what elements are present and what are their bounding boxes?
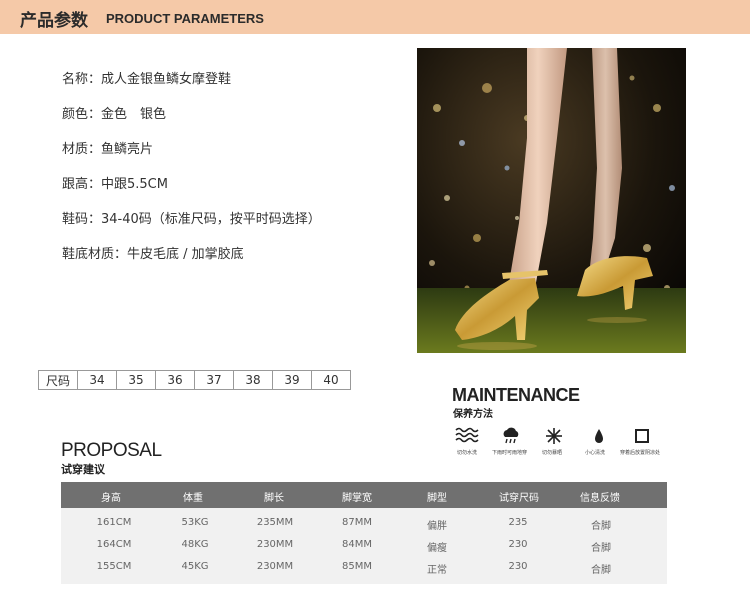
trial-fit-table: 身高 体重 脚长 脚掌宽 脚型 试穿尺码 信息反馈 161CM 53KG 235… xyxy=(61,482,667,584)
table-cell: 235MM xyxy=(256,517,294,528)
table-cell: 合脚 xyxy=(591,565,611,576)
table-cell: 正常 xyxy=(427,565,447,576)
table-cell: 164CM xyxy=(96,539,132,550)
table-cell: 230 xyxy=(508,561,528,572)
spec-shoe-size: 鞋码：34-40码（标准尺码，按平时码选择） xyxy=(62,212,321,227)
table-cell: 偏胖 xyxy=(427,521,447,532)
table-cell: 155CM xyxy=(96,561,132,572)
table-cell: 45KG xyxy=(181,561,209,572)
size-cell: 35 xyxy=(116,370,156,390)
table-cell: 230MM xyxy=(256,539,294,550)
care-label-2: 下雨时可雨地穿 xyxy=(492,450,528,456)
column-header: 脚型 xyxy=(427,493,447,504)
section-header: 产品参数 PRODUCT PARAMETERS xyxy=(0,0,750,34)
table-cell: 235 xyxy=(508,517,528,528)
care-label-4: 小心清洗 xyxy=(585,450,606,456)
table-cell: 偏瘦 xyxy=(427,543,447,554)
maintenance-title: MAINTENANCE xyxy=(452,385,580,405)
care-label-5: 穿着后放置阴凉处 xyxy=(620,450,661,456)
table-cell: 合脚 xyxy=(591,543,611,554)
care-label-3: 切勿暴晒 xyxy=(542,450,563,456)
table-cell: 85MM xyxy=(342,561,372,572)
no-bleach-icon xyxy=(542,426,566,446)
spec-material: 材质：鱼鳞亮片 xyxy=(62,142,154,157)
table-cell: 53KG xyxy=(181,517,209,528)
section-title-cn: 产品参数 xyxy=(20,11,88,31)
table-cell: 230 xyxy=(508,539,528,550)
size-cell: 38 xyxy=(233,370,273,390)
size-table-label: 尺码 xyxy=(38,370,78,390)
proposal-title: PROPOSAL xyxy=(61,440,162,461)
maintenance-subtitle: 保养方法 xyxy=(453,409,493,420)
spec-name: 名称：成人金银鱼鳞女摩登鞋 xyxy=(62,72,232,87)
section-title-en: PRODUCT PARAMETERS xyxy=(106,11,264,26)
trial-table-header: 身高 体重 脚长 脚掌宽 脚型 试穿尺码 信息反馈 xyxy=(61,482,667,508)
table-cell: 48KG xyxy=(181,539,209,550)
column-header: 脚掌宽 xyxy=(342,493,372,504)
care-label-1: 切勿水洗 xyxy=(457,450,478,456)
column-header: 体重 xyxy=(183,493,203,504)
table-cell: 230MM xyxy=(256,561,294,572)
column-header: 信息反馈 xyxy=(580,493,620,504)
store-ventilated-icon xyxy=(630,426,654,446)
proposal-subtitle: 试穿建议 xyxy=(61,463,105,476)
water-wash-icon xyxy=(455,426,479,446)
size-cell: 37 xyxy=(194,370,234,390)
size-cell: 36 xyxy=(155,370,195,390)
column-header: 身高 xyxy=(101,493,121,504)
no-sun-exposure-icon xyxy=(499,426,523,446)
size-table: 尺码 34 35 36 37 38 39 40 xyxy=(38,370,351,390)
product-photo xyxy=(417,48,686,353)
spec-color: 颜色：金色 银色 xyxy=(62,107,167,122)
table-cell: 合脚 xyxy=(591,521,611,532)
careful-cleaning-icon xyxy=(587,426,611,446)
size-cell: 39 xyxy=(272,370,312,390)
size-cell: 40 xyxy=(311,370,351,390)
size-cell: 34 xyxy=(77,370,117,390)
table-cell: 161CM xyxy=(96,517,132,528)
spec-sole-material: 鞋底材质：牛皮毛底 / 加掌胶底 xyxy=(62,247,244,262)
column-header: 试穿尺码 xyxy=(499,493,539,504)
spec-heel-height: 跟高：中跟5.5CM xyxy=(62,177,168,192)
column-header: 脚长 xyxy=(264,493,284,504)
table-cell: 87MM xyxy=(342,517,372,528)
table-cell: 84MM xyxy=(342,539,372,550)
